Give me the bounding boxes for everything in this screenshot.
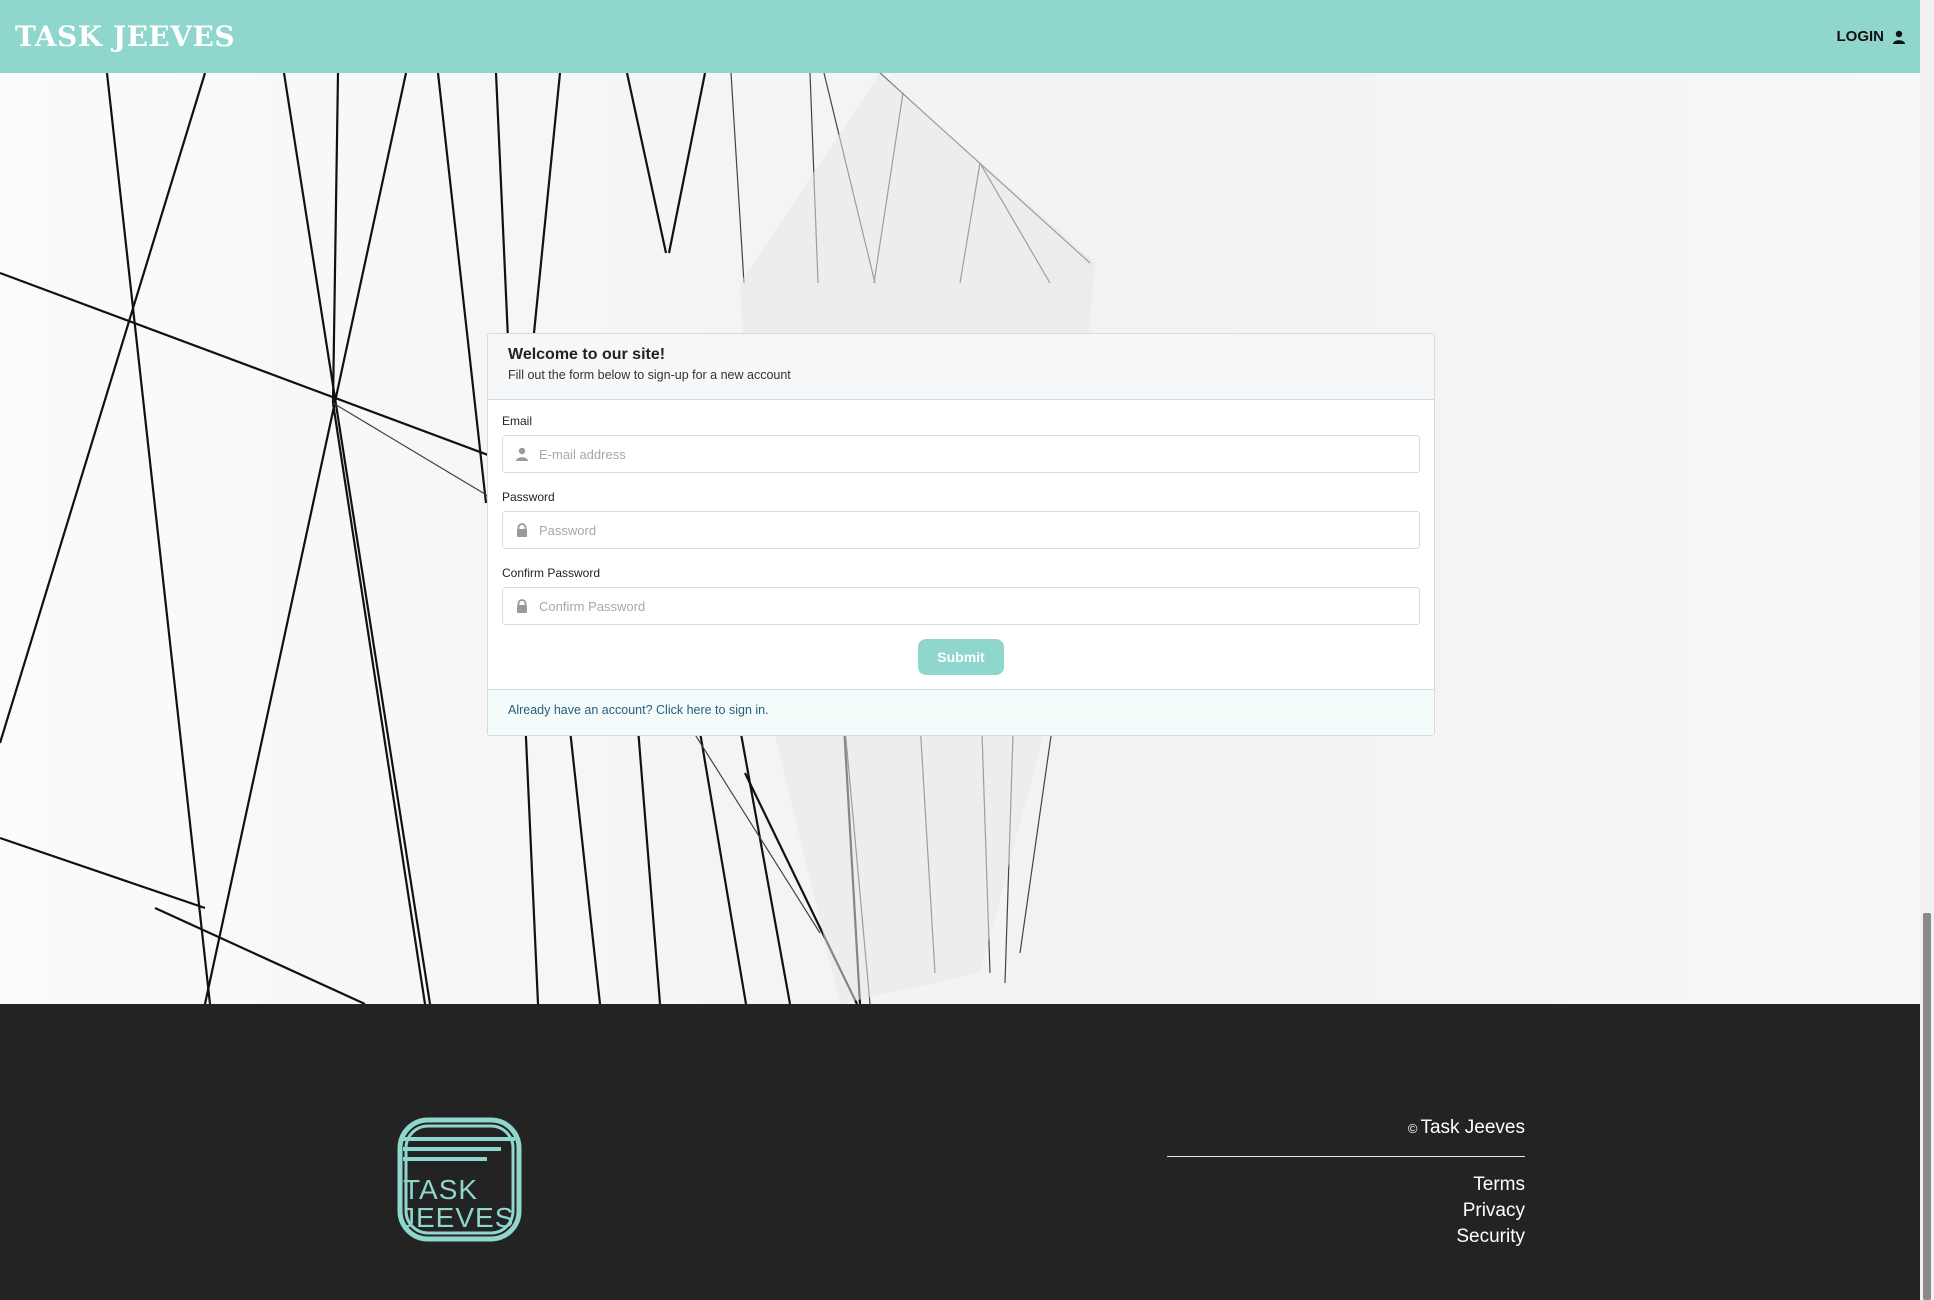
brand-logo-text[interactable]: TASK JEEVES [15, 20, 235, 53]
footer-links: Terms Privacy Security [1456, 1172, 1525, 1250]
copyright: © Task Jeeves [1408, 1117, 1525, 1139]
terms-link[interactable]: Terms [1456, 1172, 1525, 1198]
hero-background: Welcome to our site! Fill out the form b… [0, 73, 1920, 1004]
signup-title: Welcome to our site! [508, 346, 666, 363]
confirm-password-input-group [502, 587, 1420, 625]
email-label: Email [502, 414, 533, 428]
security-link[interactable]: Security [1456, 1224, 1525, 1250]
privacy-link[interactable]: Privacy [1456, 1198, 1525, 1224]
logo-text-line2: JEEVES [401, 1202, 514, 1233]
top-navbar: TASK JEEVES LOGIN [0, 0, 1920, 73]
password-label: Password [502, 490, 555, 504]
user-icon [516, 447, 528, 461]
signin-prompt-bar: Already have an account? Click here to s… [488, 689, 1434, 735]
signup-card: Welcome to our site! Fill out the form b… [487, 333, 1435, 736]
user-icon [1893, 30, 1905, 44]
email-input-group [502, 435, 1420, 473]
logo-text-line1: TASK [403, 1174, 478, 1205]
site-footer: TASK JEEVES © Task Jeeves Terms Privacy … [0, 1004, 1920, 1300]
login-link[interactable]: LOGIN [1837, 28, 1907, 45]
lock-icon [517, 523, 527, 537]
submit-row: Submit [502, 639, 1420, 675]
copyright-text: Task Jeeves [1420, 1117, 1525, 1138]
confirm-password-input[interactable] [539, 588, 1409, 624]
task-jeeves-logo: TASK JEEVES [397, 1117, 522, 1242]
password-input[interactable] [539, 512, 1409, 548]
confirm-password-label: Confirm Password [502, 566, 601, 580]
email-input[interactable] [539, 436, 1409, 472]
page: TASK JEEVES LOGIN Welcome to our site! F… [0, 0, 1920, 1300]
copyright-symbol: © [1407, 1121, 1418, 1136]
password-input-group [502, 511, 1420, 549]
signup-subtitle: Fill out the form below to sign-up for a… [508, 368, 791, 382]
submit-button[interactable]: Submit [918, 639, 1004, 675]
scrollbar-thumb[interactable] [1923, 913, 1931, 1300]
lock-icon [517, 599, 527, 613]
login-label: LOGIN [1836, 28, 1885, 45]
signin-link[interactable]: Already have an account? Click here to s… [508, 703, 769, 717]
signup-form: Email Password Confirm Passw [488, 400, 1434, 689]
page-scrollbar[interactable] [1920, 0, 1934, 1300]
footer-divider [1167, 1156, 1525, 1157]
signup-card-header: Welcome to our site! Fill out the form b… [488, 334, 1434, 400]
